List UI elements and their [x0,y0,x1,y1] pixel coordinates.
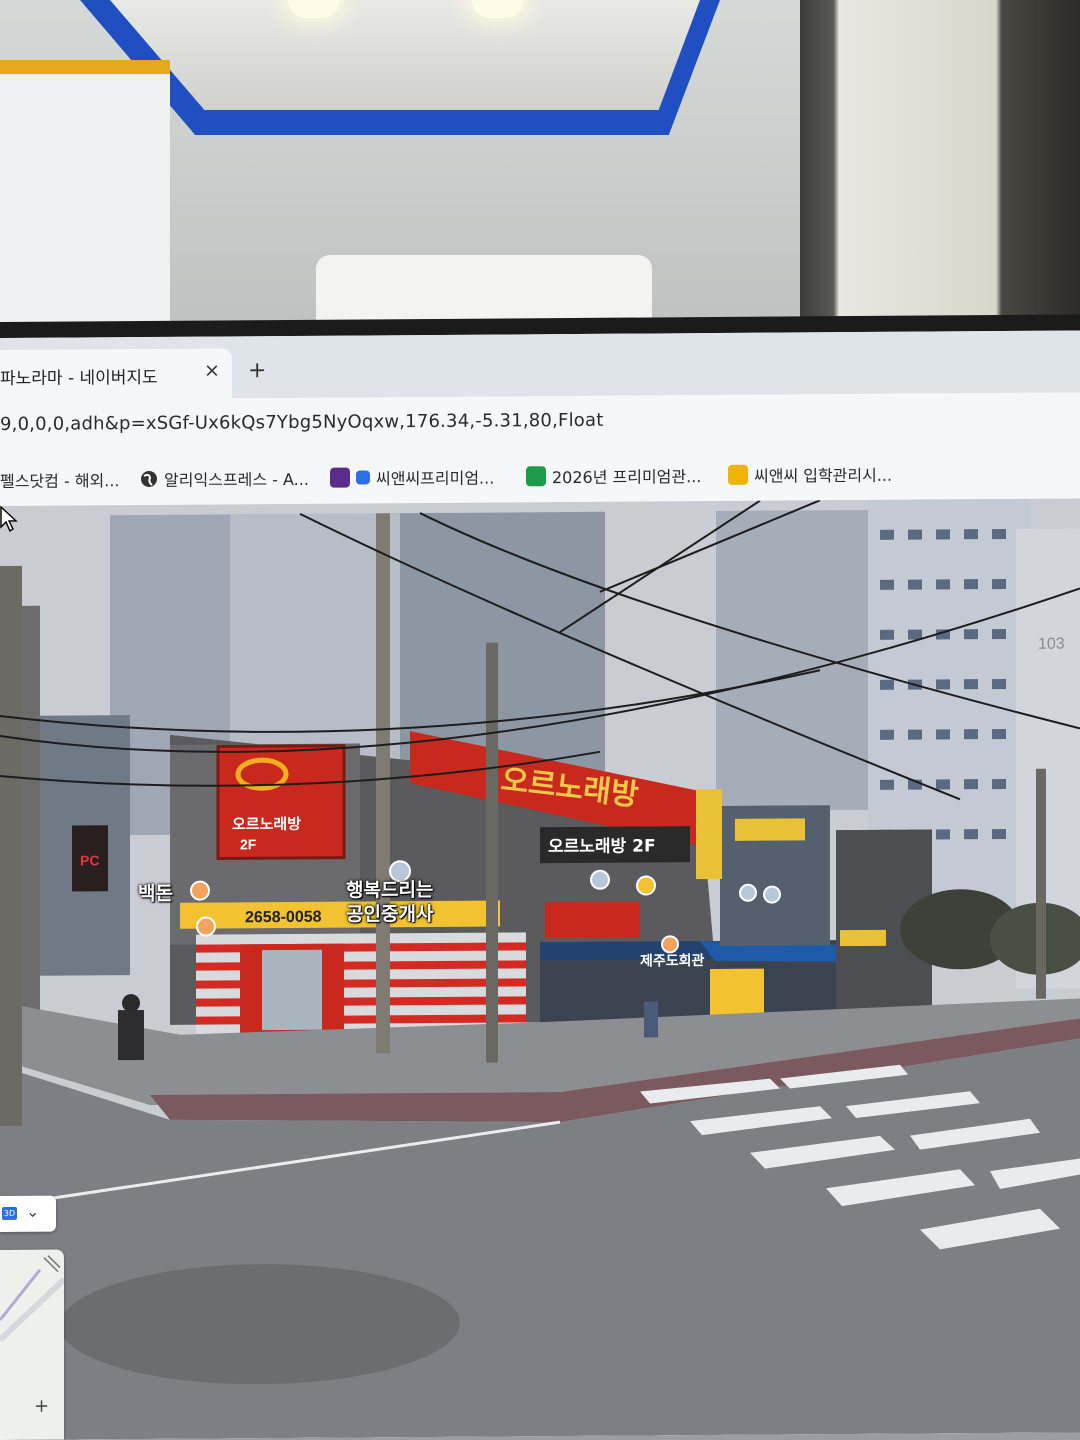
minimap-roads [0,1249,64,1440]
globe-icon [140,470,158,488]
mouse-cursor-icon [0,505,18,532]
chevron-down-icon: ⌄ [26,1201,40,1221]
bookmark-label: 알리익스프레스 - A... [164,469,309,490]
bookmark-favicon [728,464,748,485]
tab-title: 파노라마 - 네이버지도 [0,367,158,389]
3d-toggle-button[interactable]: 3D ⌄ [0,1195,56,1232]
sheet-icon [526,466,546,487]
panorama-viewer[interactable]: 103 오르노래방 오르노래방 2F 오르노래방 2F 2658-0058 제주… [0,498,1080,1440]
karaoke-floor: 2F [240,836,257,852]
poi-label[interactable]: 공인중개사 [346,899,433,927]
bookmark-favicon [356,470,370,485]
new-tab-button[interactable]: + [248,358,266,383]
minimap[interactable] [0,1249,64,1440]
bookmark-label: 씨앤씨 입학관리시... [754,465,893,486]
realty-phone: 2658-0058 [245,909,322,927]
monitor: 파노라마 - 네이버지도 × + 9,0,0,0,adh&p=xSGf-Ux6k… [0,314,1080,1440]
bookmark-item[interactable]: 펠스닷컴 - 해외... [0,467,120,492]
browser-window: 파노라마 - 네이버지도 × + 9,0,0,0,adh&p=xSGf-Ux6k… [0,330,1080,1440]
bookmarks-bar: 펠스닷컴 - 해외... 알리익스프레스 - A... 씨앤씨프리미엄... 2… [0,448,1080,507]
bookmark-item[interactable]: 씨앤씨 입학관리시... [728,462,892,487]
bookmark-label: 2026년 프리미엄관... [552,467,702,488]
building-number: 103 [1038,636,1065,653]
ceiling-panel [110,0,700,110]
url-text[interactable]: 9,0,0,0,adh&p=xSGf-Ux6kQs7Ybg5NyOqxw,176… [0,410,603,435]
restaurant-sign: 제주도회관 [640,952,705,969]
close-tab-icon[interactable]: × [204,359,220,381]
karaoke-corner-sign: 오르노래방 [232,815,301,833]
street-scene: 103 오르노래방 오르노래방 2F 오르노래방 2F 2658-0058 제주… [0,498,1080,1440]
tab-bar: 파노라마 - 네이버지도 × + [0,330,1080,400]
3d-badge: 3D [2,1206,17,1220]
bookmark-item[interactable]: 씨앤씨프리미엄... [330,465,494,490]
doorway [800,0,1080,330]
karaoke-mid-sign: 오르노래방 2F [548,836,656,857]
address-bar[interactable]: 9,0,0,0,adh&p=xSGf-Ux6kQs7Ybg5NyOqxw,176… [0,392,1080,456]
bookmark-label: 씨앤씨프리미엄... [376,468,495,489]
bookmark-item[interactable]: 알리익스프레스 - A... [140,466,309,491]
bookmark-favicon [330,467,350,488]
wall-left [0,60,170,364]
tab-active[interactable]: 파노라마 - 네이버지도 × [0,348,232,400]
zoom-in-button[interactable]: + [34,1396,49,1417]
bookmark-item[interactable]: 2026년 프리미엄관... [526,463,701,488]
pc-sign: PC [80,852,99,868]
poi-label[interactable]: 백돈 [138,879,173,906]
bookmark-label: 펠스닷컴 - 해외... [0,471,120,491]
